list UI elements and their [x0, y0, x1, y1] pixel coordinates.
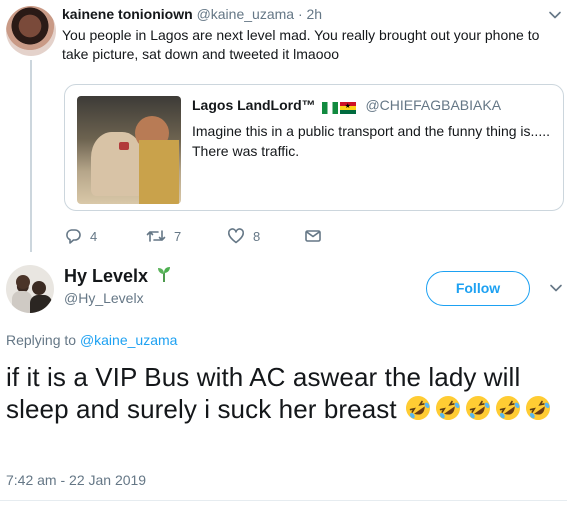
- retweet-count: 7: [174, 228, 182, 244]
- quoted-tweet-header: Lagos LandLord™ @CHIEFAGBABIAKA: [192, 97, 501, 115]
- avatar[interactable]: [6, 6, 56, 56]
- tweet-text: You people in Lagos are next level mad. …: [62, 27, 540, 62]
- avatar[interactable]: [6, 265, 54, 313]
- thread-connector-line: [30, 60, 32, 252]
- seedling-icon: [158, 267, 171, 282]
- quoted-tweet-image[interactable]: [77, 96, 181, 204]
- display-name[interactable]: kainene tonioniown: [62, 6, 193, 22]
- reply-icon: [66, 229, 81, 244]
- quoted-display-name: Lagos LandLord™: [192, 97, 316, 113]
- replying-to-line: Replying to @kaine_uzama: [6, 332, 177, 348]
- tweet-header: kainene tonioniown @kaine_uzama · 2h: [62, 6, 322, 22]
- quoted-tweet-text: Imagine this in a public transport and t…: [192, 123, 550, 159]
- replying-to-handle-link[interactable]: @kaine_uzama: [80, 332, 178, 348]
- chevron-down-icon[interactable]: [549, 281, 563, 298]
- reply-author-name-row[interactable]: Hy Levelx: [64, 265, 173, 287]
- retweet-icon: [146, 230, 166, 242]
- like-count: 8: [253, 228, 261, 244]
- tweet-timestamp[interactable]: 2h: [307, 6, 323, 22]
- rolling-on-floor-laughing-icon: [436, 396, 461, 420]
- reply-button[interactable]: 4: [64, 226, 97, 246]
- separator-dot: ·: [297, 6, 303, 22]
- chevron-down-icon[interactable]: [548, 8, 562, 25]
- retweet-button[interactable]: 7: [146, 226, 181, 246]
- rolling-on-floor-laughing-icon: [496, 396, 521, 420]
- direct-message-button[interactable]: [304, 226, 322, 246]
- like-button[interactable]: 8: [227, 226, 260, 246]
- message-icon: [305, 230, 321, 242]
- quoted-tweet-card[interactable]: Lagos LandLord™ @CHIEFAGBABIAKA Imagine …: [64, 84, 564, 211]
- quoted-user-handle: @CHIEFAGBABIAKA: [365, 97, 502, 113]
- emoji-group: [404, 394, 554, 424]
- rolling-on-floor-laughing-icon: [406, 396, 431, 420]
- display-name[interactable]: Hy Levelx: [64, 266, 148, 286]
- tweet-timestamp[interactable]: 7:42 am - 22 Jan 2019: [6, 472, 146, 488]
- rolling-on-floor-laughing-icon: [526, 396, 551, 420]
- ghana-flag-icon: [339, 102, 356, 115]
- flag-emoji-group: [321, 99, 358, 115]
- follow-button[interactable]: Follow: [426, 271, 530, 306]
- reply-count: 4: [90, 228, 98, 244]
- nigeria-flag-icon: [321, 102, 338, 115]
- replying-to-label: Replying to: [6, 332, 77, 348]
- user-handle[interactable]: @kaine_uzama: [197, 6, 295, 22]
- parent-tweet[interactable]: kainene tonioniown @kaine_uzama · 2h You…: [0, 0, 567, 252]
- divider: [0, 500, 567, 501]
- rolling-on-floor-laughing-icon: [466, 396, 491, 420]
- reply-tweet-text: if it is a VIP Bus with AC aswear the la…: [6, 361, 556, 425]
- user-handle[interactable]: @Hy_Levelx: [64, 290, 144, 306]
- like-icon: [227, 228, 245, 244]
